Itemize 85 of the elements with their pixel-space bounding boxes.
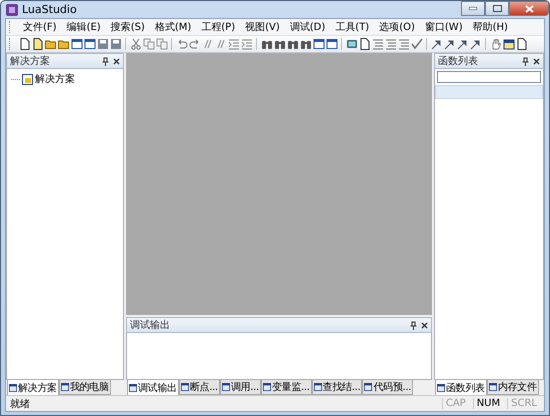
pin-icon[interactable] <box>410 320 417 330</box>
list-icon[interactable] <box>384 38 396 50</box>
window-icon[interactable] <box>326 38 338 50</box>
menu-item[interactable]: 工程(P) <box>196 20 240 34</box>
scissors-icon[interactable] <box>130 38 142 50</box>
slash-icon[interactable] <box>202 38 214 50</box>
menu-item[interactable]: 视图(V) <box>240 20 285 34</box>
window-icon[interactable] <box>84 38 96 50</box>
window-icon <box>314 383 322 391</box>
list-icon[interactable] <box>398 38 410 50</box>
minimize-icon <box>469 7 477 10</box>
close-icon[interactable] <box>533 58 540 64</box>
window-icon <box>180 383 189 391</box>
pin-icon[interactable] <box>522 56 529 66</box>
panel-tab[interactable]: 内存文件 <box>486 380 539 395</box>
window-icon <box>60 383 69 391</box>
menu-item[interactable]: 帮助(H) <box>468 20 513 34</box>
page-icon[interactable] <box>516 38 528 50</box>
page-icon[interactable] <box>358 38 370 50</box>
window-icon <box>129 384 137 392</box>
close-icon <box>524 4 534 12</box>
panel-tab[interactable]: 调试输出 <box>127 380 179 396</box>
menu-item[interactable]: 调试(D) <box>284 20 330 34</box>
key-indicator: SCRL <box>507 398 540 409</box>
solution-icon <box>22 74 33 84</box>
menu-item[interactable]: 编辑(E) <box>62 20 106 34</box>
check-icon[interactable] <box>410 38 422 50</box>
hand-icon[interactable] <box>490 38 502 50</box>
window-icon <box>222 383 230 391</box>
menu-item[interactable]: 窗口(W) <box>420 20 468 34</box>
menu-item[interactable]: 工具(T) <box>330 20 374 34</box>
close-icon[interactable] <box>421 322 428 328</box>
arrow-icon[interactable] <box>456 38 468 50</box>
menu-item[interactable]: 格式(M) <box>150 20 196 34</box>
key-indicator: NUM <box>472 398 504 409</box>
panel-tab[interactable]: 断点... <box>178 380 220 395</box>
window-icon <box>488 383 497 391</box>
menu-item[interactable]: 选项(O) <box>374 20 420 34</box>
calendar-icon[interactable] <box>502 38 514 50</box>
slash-icon[interactable] <box>214 38 226 50</box>
minimize-button[interactable] <box>461 1 485 16</box>
window-icon <box>262 383 271 391</box>
page-icon[interactable] <box>18 38 30 50</box>
copy-icon[interactable] <box>156 38 168 50</box>
list-icon[interactable] <box>372 38 384 50</box>
window-icon <box>9 384 17 392</box>
window-title: LuaStudio <box>22 3 77 16</box>
tree-item[interactable]: 解决方案 <box>35 72 75 86</box>
panel-tab[interactable]: 函数列表 <box>435 380 487 396</box>
arrow-icon[interactable] <box>470 38 482 50</box>
panel-tab[interactable]: 我的电脑 <box>58 380 111 395</box>
indent-icon[interactable] <box>240 38 252 50</box>
panel-title: 函数列表 <box>438 54 478 68</box>
arrow-icon[interactable] <box>430 38 442 50</box>
panel-tab[interactable]: 查找结... <box>312 380 362 395</box>
page-icon[interactable] <box>32 38 44 50</box>
monitor-icon[interactable] <box>346 38 358 50</box>
restore-icon <box>492 5 502 12</box>
folder-icon[interactable] <box>58 38 70 50</box>
folder-icon[interactable] <box>44 38 56 50</box>
redo-icon[interactable] <box>188 38 200 50</box>
window-icon <box>364 383 372 391</box>
panel-title: 解决方案 <box>10 54 50 68</box>
menu-item[interactable]: 搜索(S) <box>106 20 150 34</box>
window-icon[interactable] <box>70 38 82 50</box>
menu-item[interactable]: 文件(F) <box>18 20 62 34</box>
key-indicator: CAP <box>442 398 469 409</box>
indent-icon[interactable] <box>228 38 240 50</box>
app-logo-icon <box>6 4 18 16</box>
status-text: 就绪 <box>10 398 30 410</box>
undo-icon[interactable] <box>176 38 188 50</box>
window-icon[interactable] <box>312 38 324 50</box>
panel-tab[interactable]: 变量监... <box>260 380 312 395</box>
panel-tab[interactable]: 代码预... <box>362 380 414 395</box>
search-field[interactable] <box>437 71 541 83</box>
panel-tab[interactable]: 调用... <box>220 380 261 395</box>
copy-icon[interactable] <box>142 38 154 50</box>
arrow-icon[interactable] <box>444 38 456 50</box>
pin-icon[interactable] <box>102 56 109 66</box>
close-button[interactable] <box>509 1 549 16</box>
panel-title: 调试输出 <box>130 318 170 332</box>
close-icon[interactable] <box>113 58 120 64</box>
maximize-button[interactable] <box>485 1 509 16</box>
panel-tab[interactable]: 解决方案 <box>7 380 59 396</box>
window-icon <box>437 384 445 392</box>
